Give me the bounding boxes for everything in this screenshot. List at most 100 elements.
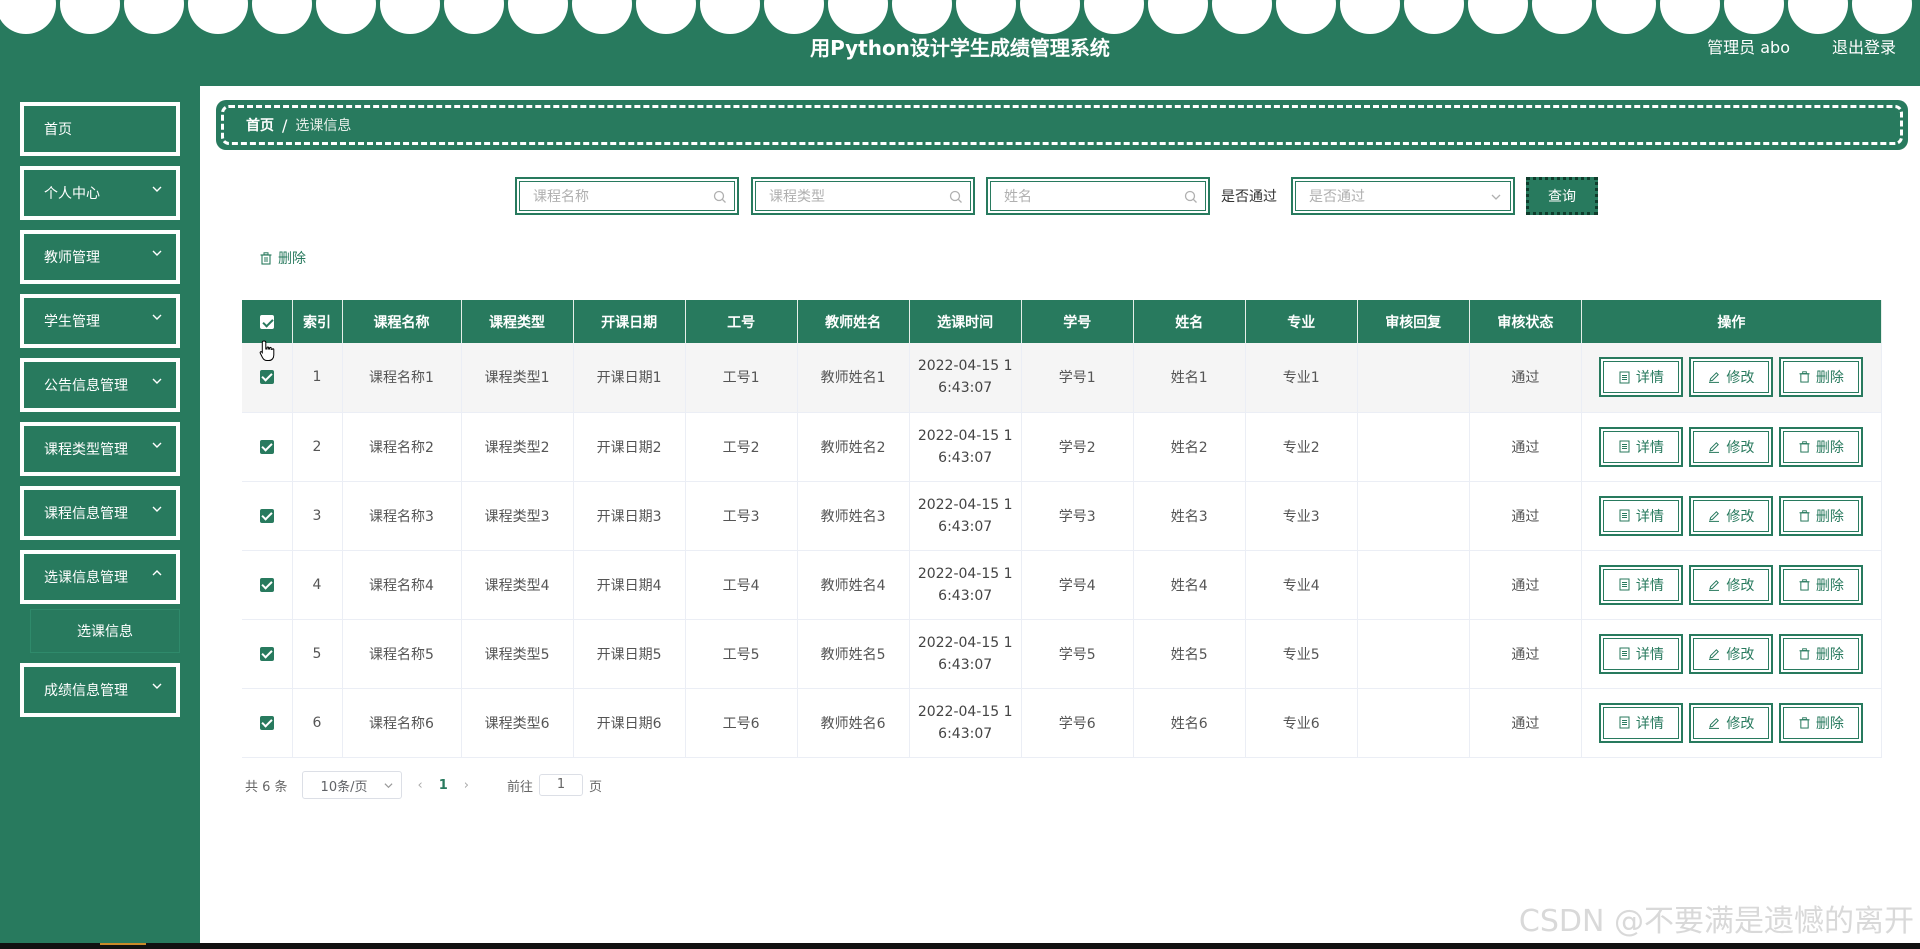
row-checkbox[interactable] [259,370,274,385]
row-select-cell[interactable] [242,619,293,689]
row-actions: 详情 修改 删除 [1581,619,1883,689]
sidebar-subitem-enrollment-info[interactable]: 选课信息 [30,609,180,653]
logout-link[interactable]: 退出登录 [1832,34,1896,58]
delete-button[interactable]: 删除 [1779,564,1864,605]
delete-button[interactable]: 删除 [1779,426,1864,467]
sidebar-item-enrollment-mgmt[interactable]: 选课信息管理 [20,550,180,604]
edit-button[interactable]: 修改 [1689,426,1774,467]
cell-date: 开课日期4 [573,550,686,620]
name-search-input[interactable]: 姓名 [986,177,1210,215]
sidebar-item-home[interactable]: 首页 [20,102,180,156]
cell-major: 专业4 [1245,550,1358,620]
enroll-time-line1: 2022-04-15 1 [917,358,1013,375]
breadcrumb-home[interactable]: 首页 [246,115,274,135]
course-name-placeholder: 课程名称 [533,189,589,205]
delete-button[interactable]: 删除 [1779,495,1864,536]
sidebar-item-label: 课程信息管理 [44,506,128,522]
row-select-cell[interactable] [242,412,293,482]
row-select-cell[interactable] [242,481,293,551]
enroll-time-line2: 6:43:07 [938,449,993,466]
detail-button[interactable]: 详情 [1599,702,1684,743]
select-all-cell[interactable] [242,300,293,343]
edit-icon [1709,579,1720,591]
pass-filter-label: 是否通过 [1221,189,1277,205]
detail-label: 详情 [1635,715,1664,732]
cell-index: 6 [292,688,343,758]
sidebar-item-course-type-mgmt[interactable]: 课程类型管理 [20,422,180,476]
breadcrumb-border [221,105,1903,145]
row-checkbox[interactable] [259,715,274,730]
prev-page-icon[interactable]: ‹ [418,778,423,793]
pass-filter-select[interactable]: 是否通过 [1291,177,1515,215]
course-name-search-input[interactable]: 课程名称 [515,177,739,215]
edit-button[interactable]: 修改 [1689,564,1774,605]
enrollment-table: 索引 课程名称 课程类型 开课日期 工号 教师姓名 选课时间 学号 姓名 专业 … [242,300,1883,758]
detail-button[interactable]: 详情 [1599,357,1684,398]
cell-type: 课程类型3 [461,481,574,551]
document-icon [1619,440,1630,453]
row-checkbox[interactable] [259,646,274,661]
sidebar-item-notice-mgmt[interactable]: 公告信息管理 [20,358,180,412]
enroll-time-line1: 2022-04-15 1 [917,496,1013,513]
row-checkbox[interactable] [259,508,274,523]
chevron-down-icon [152,683,162,689]
edit-button[interactable]: 修改 [1689,357,1774,398]
query-button[interactable]: 查询 [1526,177,1598,215]
chevron-down-icon [152,442,162,448]
delete-label: 删除 [1815,577,1844,594]
edit-icon [1709,441,1720,453]
breadcrumb-separator: / [282,115,288,135]
detail-button[interactable]: 详情 [1599,426,1684,467]
detail-button[interactable]: 详情 [1599,564,1684,605]
sidebar-item-label: 个人中心 [44,186,100,202]
row-checkbox[interactable] [259,439,274,454]
row-checkbox[interactable] [259,577,274,592]
batch-delete-label: 删除 [278,251,306,267]
delete-button[interactable]: 删除 [1779,702,1864,743]
edit-button[interactable]: 修改 [1689,495,1774,536]
page-number[interactable]: 1 [439,778,448,793]
edit-icon [1709,717,1720,729]
edit-button[interactable]: 修改 [1689,633,1774,674]
sidebar-item-course-info-mgmt[interactable]: 课程信息管理 [20,486,180,540]
trash-icon [1799,647,1810,660]
detail-button[interactable]: 详情 [1599,495,1684,536]
delete-button[interactable]: 删除 [1779,633,1864,674]
cell-index: 4 [292,550,343,620]
detail-label: 详情 [1635,508,1664,525]
row-select-cell[interactable] [242,550,293,620]
next-page-icon[interactable]: › [464,778,469,793]
cell-index: 3 [292,481,343,551]
column-header: 课程类型 [461,300,574,343]
enroll-time-line1: 2022-04-15 1 [917,634,1013,651]
course-type-search-input[interactable]: 课程类型 [751,177,975,215]
row-actions: 详情 修改 删除 [1581,550,1883,620]
goto-page-input[interactable]: 1 [539,774,584,796]
column-header: 开课日期 [573,300,686,343]
row-actions: 详情 修改 删除 [1581,343,1883,413]
edit-button[interactable]: 修改 [1689,702,1774,743]
batch-delete-button[interactable]: 删除 [260,248,306,268]
sidebar-item-teacher-mgmt[interactable]: 教师管理 [20,230,180,284]
cell-teacher: 教师姓名6 [797,688,910,758]
sidebar-item-student-mgmt[interactable]: 学生管理 [20,294,180,348]
sidebar-item-grade-mgmt[interactable]: 成绩信息管理 [20,663,180,717]
delete-button[interactable]: 删除 [1779,357,1864,398]
sidebar-item-personal-center[interactable]: 个人中心 [20,166,180,220]
select-all-checkbox[interactable] [259,314,274,329]
pass-filter-placeholder: 是否通过 [1309,189,1365,205]
detail-label: 详情 [1635,439,1664,456]
cell-major: 专业6 [1245,688,1358,758]
cell-reply [1357,412,1470,482]
detail-button[interactable]: 详情 [1599,633,1684,674]
goto-label: 前往 [507,779,534,795]
row-select-cell[interactable] [242,688,293,758]
cell-name: 姓名4 [1133,550,1246,620]
page-size-select[interactable]: 10条/页 [301,771,402,799]
document-icon [1619,578,1630,591]
cell-teacher: 教师姓名2 [797,412,910,482]
delete-label: 删除 [1815,715,1844,732]
cell-reply [1357,481,1470,551]
cell-index: 1 [292,343,343,413]
cell-status: 通过 [1469,343,1582,413]
